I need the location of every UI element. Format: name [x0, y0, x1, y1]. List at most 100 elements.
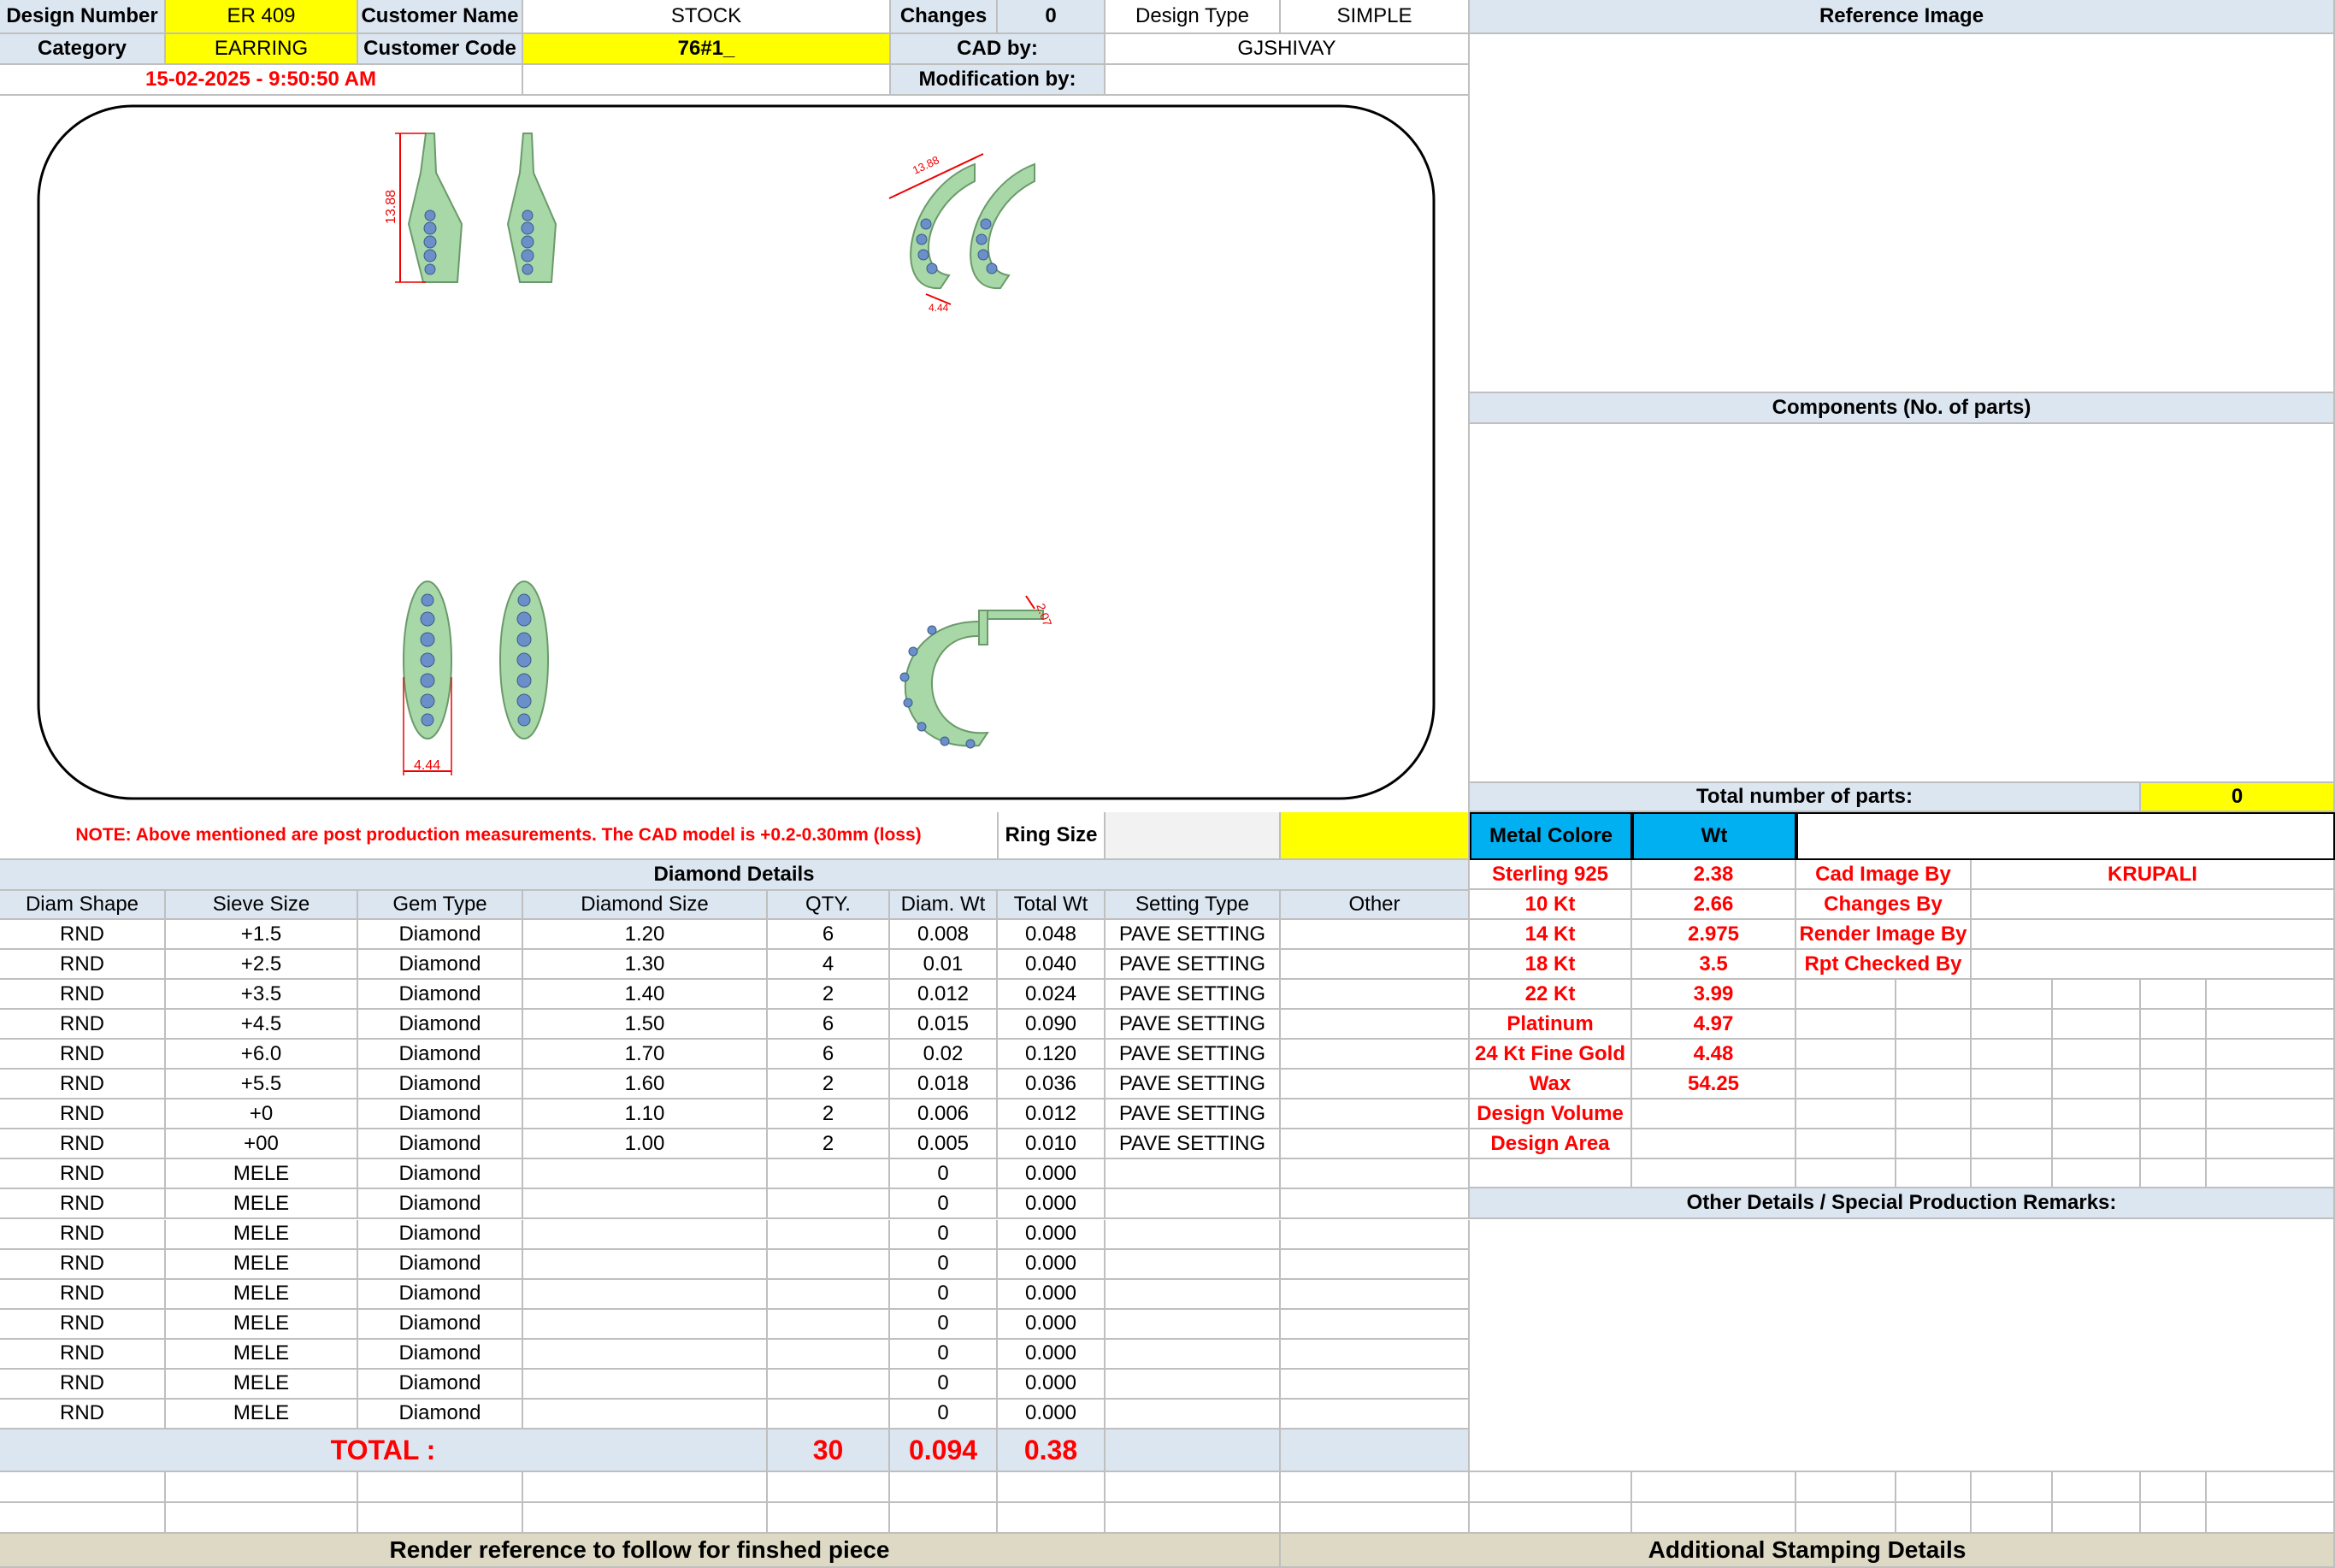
cell-size[interactable] — [523, 1339, 768, 1370]
credit-value-rpt-checked-by[interactable] — [1972, 950, 2335, 980]
cell-diam-wt[interactable]: 0.008 — [890, 920, 998, 951]
cell-setting[interactable] — [1106, 1189, 1281, 1220]
cell-size[interactable]: 1.20 — [523, 920, 768, 951]
blank-cell[interactable] — [2141, 1503, 2207, 1534]
cell-total-wt[interactable]: 0.000 — [998, 1399, 1106, 1429]
ring-size-value[interactable] — [1106, 812, 1281, 860]
blank-cell[interactable] — [998, 1503, 1106, 1534]
cell-setting[interactable]: PAVE SETTING — [1106, 920, 1281, 951]
metal-wt[interactable]: 4.48 — [1632, 1040, 1796, 1070]
cell-total-wt[interactable]: 0.000 — [998, 1309, 1106, 1340]
cell-size[interactable] — [523, 1249, 768, 1280]
cell-size[interactable] — [523, 1399, 768, 1429]
metal-wt[interactable] — [1632, 1099, 1796, 1129]
blank-cell[interactable] — [2207, 1472, 2335, 1503]
blank-cell[interactable] — [2141, 1472, 2207, 1503]
cell-other[interactable] — [1281, 1339, 1470, 1370]
blank-cell[interactable] — [1106, 1472, 1281, 1503]
cell-setting[interactable]: PAVE SETTING — [1106, 950, 1281, 981]
cell-qty[interactable] — [768, 1309, 890, 1340]
cell-total-wt[interactable]: 0.090 — [998, 1010, 1106, 1040]
metal-wt[interactable]: 3.99 — [1632, 980, 1796, 1010]
cell-diam-wt[interactable]: 0 — [890, 1339, 998, 1370]
blank-cell[interactable] — [523, 1503, 768, 1534]
cell-size[interactable] — [523, 1189, 768, 1220]
cell-qty[interactable]: 4 — [768, 950, 890, 981]
cell-setting[interactable] — [1106, 1279, 1281, 1310]
ring-size-extra[interactable] — [1281, 812, 1470, 860]
cell-size[interactable] — [523, 1219, 768, 1250]
blank-cell[interactable] — [768, 1472, 890, 1503]
cell-size[interactable]: 1.60 — [523, 1070, 768, 1100]
design-type-value[interactable]: SIMPLE — [1281, 0, 1470, 34]
cell-setting[interactable] — [1106, 1309, 1281, 1340]
blank-cell[interactable] — [1896, 1503, 1972, 1534]
cell-diam-wt[interactable]: 0.02 — [890, 1040, 998, 1070]
blank-cell[interactable] — [358, 1503, 523, 1534]
cell-qty[interactable]: 2 — [768, 1070, 890, 1100]
cell-setting[interactable]: PAVE SETTING — [1106, 1040, 1281, 1070]
metal-wt[interactable]: 4.97 — [1632, 1010, 1796, 1040]
blank-cell[interactable] — [890, 1503, 998, 1534]
cell-diam-wt[interactable]: 0.015 — [890, 1010, 998, 1040]
cell-setting[interactable] — [1106, 1339, 1281, 1370]
cell-qty[interactable]: 2 — [768, 1129, 890, 1160]
blank-cell[interactable] — [166, 1472, 358, 1503]
cell-other[interactable] — [1281, 1070, 1470, 1100]
cell-total-wt[interactable]: 0.040 — [998, 950, 1106, 981]
cell-size[interactable]: 1.40 — [523, 980, 768, 1011]
blank-cell[interactable] — [1281, 1472, 1470, 1503]
cell-qty[interactable]: 6 — [768, 1040, 890, 1070]
cell-qty[interactable] — [768, 1399, 890, 1429]
blank-cell[interactable] — [2207, 1503, 2335, 1534]
cell-size[interactable] — [523, 1279, 768, 1310]
cell-other[interactable] — [1281, 950, 1470, 981]
cell-qty[interactable] — [768, 1249, 890, 1280]
blank-cell[interactable] — [166, 1503, 358, 1534]
blank-cell[interactable] — [0, 1503, 166, 1534]
blank-cell[interactable] — [1896, 1472, 1972, 1503]
credit-value-render-image-by[interactable] — [1972, 920, 2335, 950]
cell-other[interactable] — [1281, 1129, 1470, 1160]
cell-total-wt[interactable]: 0.012 — [998, 1099, 1106, 1130]
cell-total-wt[interactable]: 0.010 — [998, 1129, 1106, 1160]
cell-setting[interactable] — [1106, 1399, 1281, 1429]
blank-cell[interactable] — [1632, 1472, 1796, 1503]
cell-size[interactable]: 1.50 — [523, 1010, 768, 1040]
blank-cell[interactable] — [1796, 1472, 1896, 1503]
cell-size[interactable] — [523, 1159, 768, 1190]
metal-wt[interactable]: 2.38 — [1632, 860, 1796, 890]
cell-total-wt[interactable]: 0.036 — [998, 1070, 1106, 1100]
design-number-value[interactable]: ER 409 — [166, 0, 358, 34]
category-value[interactable]: EARRING — [166, 34, 358, 65]
cell-other[interactable] — [1281, 1249, 1470, 1280]
blank-cell[interactable] — [1972, 1472, 2053, 1503]
cell-setting[interactable]: PAVE SETTING — [1106, 1129, 1281, 1160]
cell-size[interactable] — [523, 1309, 768, 1340]
credit-value-changes-by[interactable] — [1972, 890, 2335, 920]
cell-size[interactable]: 1.00 — [523, 1129, 768, 1160]
other-details-area[interactable] — [1470, 1219, 2335, 1472]
cell-diam-wt[interactable]: 0.018 — [890, 1070, 998, 1100]
cell-qty[interactable] — [768, 1219, 890, 1250]
cell-diam-wt[interactable]: 0 — [890, 1219, 998, 1250]
blank-cell[interactable] — [1106, 1503, 1281, 1534]
blank-cell[interactable] — [1972, 1503, 2053, 1534]
cell-size[interactable] — [523, 1369, 768, 1400]
cell-total-wt[interactable]: 0.000 — [998, 1369, 1106, 1400]
changes-value[interactable]: 0 — [998, 0, 1106, 34]
blank-cell[interactable] — [2053, 1503, 2141, 1534]
cell-qty[interactable] — [768, 1279, 890, 1310]
metal-wt[interactable] — [1632, 1129, 1796, 1159]
blank-cell[interactable] — [1470, 1503, 1632, 1534]
cell-setting[interactable]: PAVE SETTING — [1106, 1010, 1281, 1040]
cell-qty[interactable] — [768, 1189, 890, 1220]
cell-total-wt[interactable]: 0.048 — [998, 920, 1106, 951]
blank-cell[interactable] — [358, 1472, 523, 1503]
cell-qty[interactable]: 6 — [768, 920, 890, 951]
cell-other[interactable] — [1281, 1309, 1470, 1340]
blank-cell[interactable] — [998, 1472, 1106, 1503]
cell-other[interactable] — [1281, 980, 1470, 1011]
cell-qty[interactable]: 6 — [768, 1010, 890, 1040]
cell-other[interactable] — [1281, 1369, 1470, 1400]
